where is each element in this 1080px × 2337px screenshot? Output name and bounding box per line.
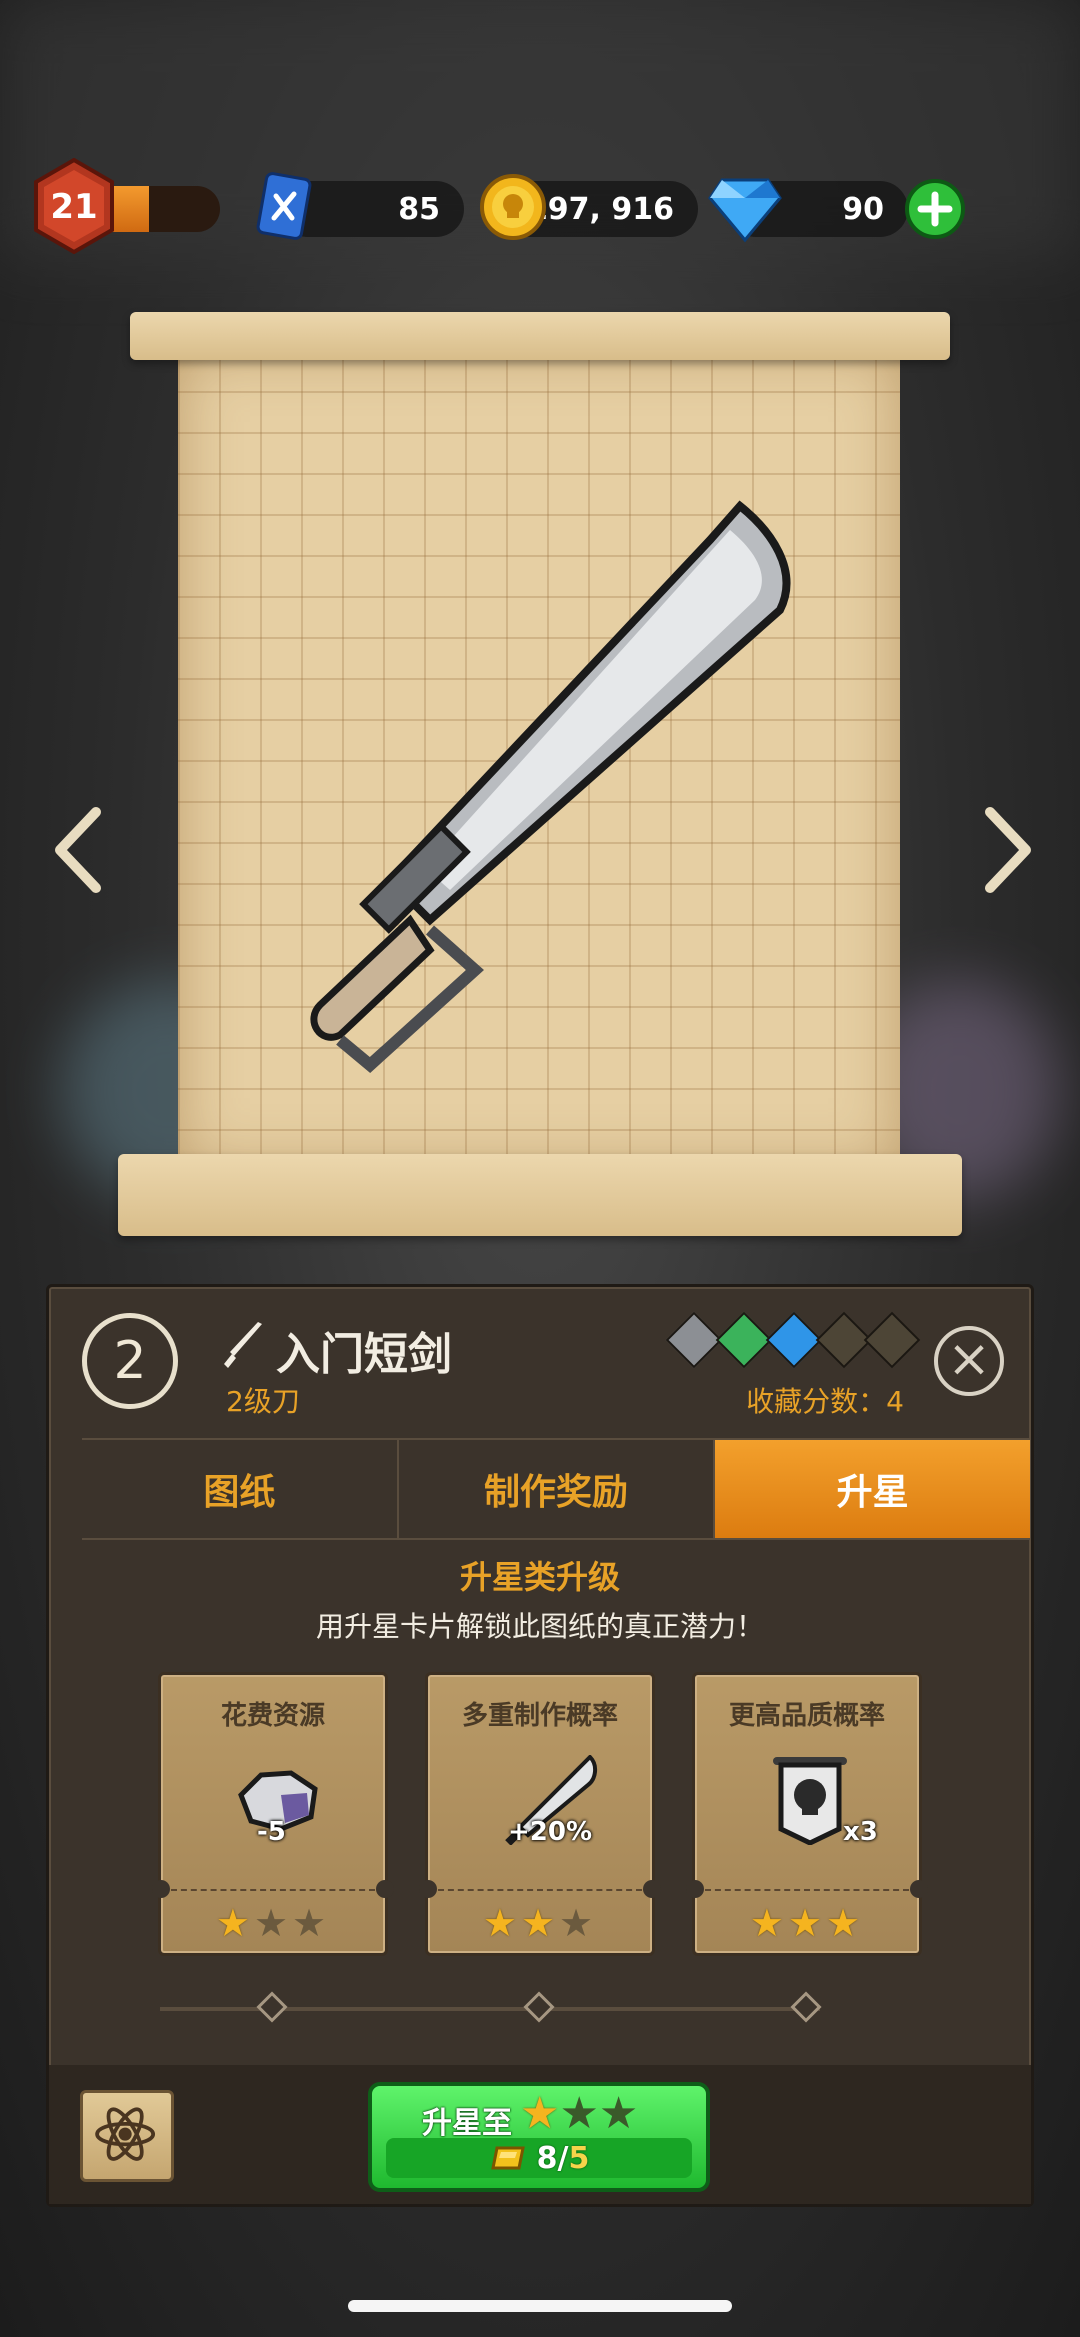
card-divider (438, 1889, 642, 1891)
upgrade-card-resource-cost: 花费资源 -5 ★★★ (152, 1672, 394, 1956)
star-filled-icon: ★ (826, 1901, 865, 1945)
blueprint-tools-icon (256, 172, 312, 240)
player-level: 21 (50, 187, 97, 227)
upgrade-label: 升星至 (422, 2106, 512, 2141)
home-indicator[interactable] (348, 2300, 732, 2312)
upgrade-card-multi-craft: 多重制作概率 +20% ★★★ (419, 1672, 661, 1956)
detail-tabs: 图纸 制作奖励 升星 (82, 1438, 1031, 1540)
upgrade-cost: 8/5 (386, 2138, 692, 2178)
card-notch (376, 1880, 394, 1898)
scroll-bottom-roll (118, 1154, 962, 1236)
star-empty-icon: ★ (292, 1901, 331, 1945)
gold-bar-icon (490, 2146, 525, 2170)
research-button[interactable] (80, 2090, 174, 2182)
level-badge[interactable]: 21 (32, 158, 116, 254)
star-empty-icon: ★ (559, 2088, 599, 2139)
tools-count: 85 (398, 191, 440, 227)
cost-separator: / (557, 2140, 569, 2176)
card-notch (910, 1880, 928, 1898)
section-description: 用升星卡片解锁此图纸的真正潜力！ (315, 1610, 764, 1643)
item-type: 2级刀 (226, 1385, 300, 1418)
star-upgrade-button[interactable]: 升星至 ★★★ 8/5 (368, 2082, 710, 2192)
card-title: 更高品质概率 (728, 1701, 885, 1731)
gold-coin-icon (480, 174, 546, 240)
cost-required: 5 (568, 2140, 590, 2176)
card-notch (643, 1880, 661, 1898)
star-empty-icon: ★ (253, 1901, 293, 1945)
previous-item-arrow[interactable] (50, 800, 110, 900)
star-filled-icon: ★ (520, 2088, 560, 2139)
tab-crafting-rewards[interactable]: 制作奖励 (399, 1440, 716, 1538)
atom-icon (95, 2107, 156, 2161)
card-stars: ★★★ (161, 1901, 385, 1945)
star-filled-icon: ★ (749, 1901, 788, 1945)
gems-count: 90 (842, 191, 884, 227)
card-title: 花费资源 (220, 1701, 325, 1731)
card-notch (419, 1880, 437, 1898)
card-stars: ★★★ (695, 1901, 919, 1945)
card-value: x3 (843, 1817, 878, 1847)
item-name: 入门短剑 (276, 1329, 452, 1380)
dagger-type-icon (224, 1322, 262, 1368)
coins-count: 197, 916 (526, 191, 674, 227)
card-divider (171, 1889, 375, 1891)
star-filled-icon: ★ (520, 1901, 560, 1945)
upgrade-target-stars: ★★★ (520, 2088, 638, 2139)
card-divider (705, 1889, 909, 1891)
card-notch (152, 1880, 170, 1898)
add-gems-button[interactable] (904, 178, 966, 240)
tab-blueprint[interactable]: 图纸 (82, 1440, 399, 1538)
star-filled-icon: ★ (482, 1901, 521, 1945)
machete-sword-icon (310, 500, 791, 1073)
star-empty-icon: ★ (559, 1901, 598, 1945)
cost-current: 8 (536, 2140, 558, 2176)
card-notch (686, 1880, 704, 1898)
level-progress-bar (110, 186, 220, 232)
diamond-icon (708, 178, 782, 243)
star-empty-icon: ★ (598, 2088, 639, 2139)
star-filled-icon: ★ (787, 1901, 827, 1945)
card-value: +20% (508, 1817, 593, 1847)
tab-star-upgrade[interactable]: 升星 (715, 1440, 1031, 1538)
card-stars: ★★★ (428, 1901, 652, 1945)
card-title: 多重制作概率 (461, 1701, 618, 1731)
star-filled-icon: ★ (215, 1901, 254, 1945)
scroll-top-roll (130, 312, 950, 360)
close-button[interactable]: × (934, 1326, 1004, 1396)
upgrade-card-higher-quality: 更高品质概率 x3 ★★★ (686, 1672, 928, 1956)
star-level-badge: 2 (82, 1313, 178, 1409)
next-item-arrow[interactable] (976, 800, 1036, 900)
collection-score: 收藏分数：4 (746, 1385, 904, 1418)
card-value: -5 (257, 1817, 286, 1847)
section-title: 升星类升级 (459, 1558, 620, 1596)
